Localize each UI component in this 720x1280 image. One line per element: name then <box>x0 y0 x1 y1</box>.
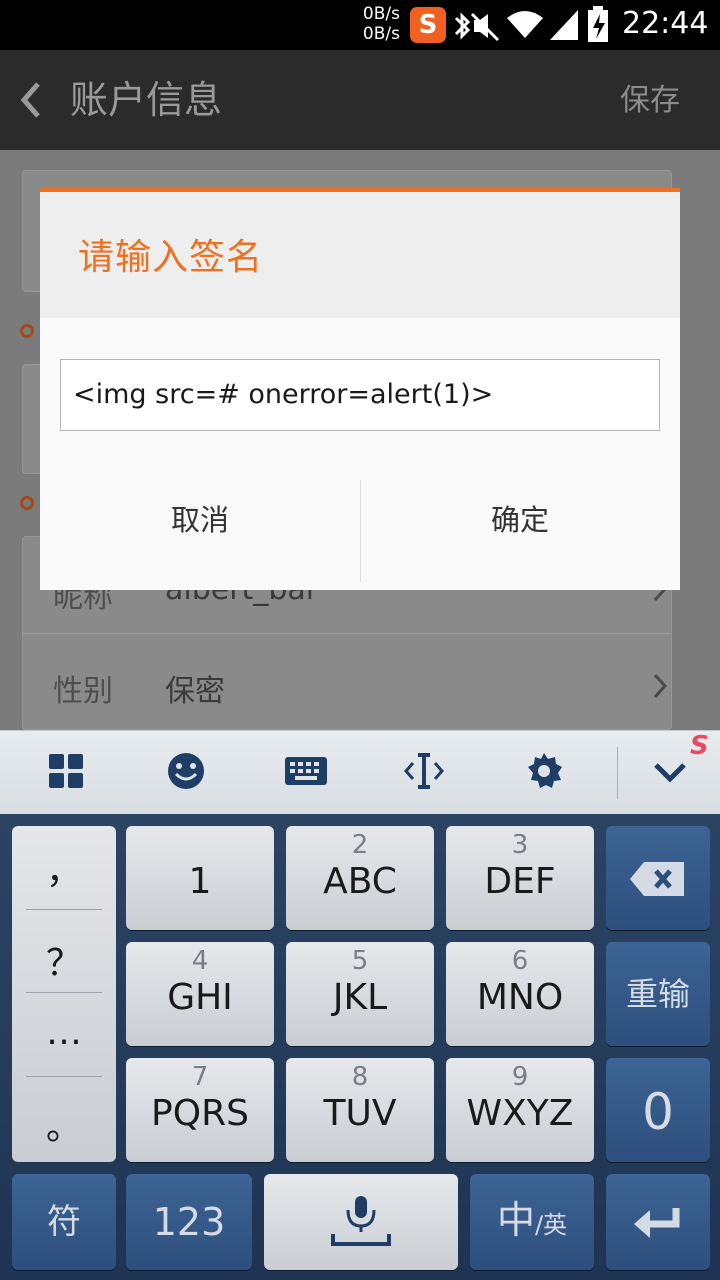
microphone-icon <box>331 1196 391 1246</box>
punct-ellipsis[interactable]: … <box>12 1012 116 1053</box>
confirm-button[interactable]: 确定 <box>360 478 680 590</box>
key-2-abc[interactable]: 2 ABC <box>286 826 434 930</box>
key-0[interactable]: 0 <box>606 1058 710 1162</box>
net-upload: 0B/s <box>362 4 400 24</box>
section-dot <box>20 496 34 510</box>
gender-value: 保密 <box>165 674 225 709</box>
key-5-jkl[interactable]: 5 JKL <box>286 942 434 1046</box>
bluetooth-mute-icon <box>454 12 500 42</box>
chevron-right-icon[interactable] <box>650 671 670 701</box>
sogou-ime-icon: S <box>410 7 446 43</box>
grid-menu-icon[interactable] <box>46 751 86 791</box>
settings-icon[interactable] <box>524 751 564 791</box>
cancel-button[interactable]: 取消 <box>40 478 360 590</box>
signature-input[interactable]: <img src=# onerror=alert(1)> <box>60 359 660 431</box>
punctuation-column: ， ？ … 。 <box>12 826 116 1162</box>
key-7-pqrs[interactable]: 7 PQRS <box>126 1058 274 1162</box>
save-button[interactable]: 保存 <box>620 82 680 120</box>
punct-comma[interactable]: ， <box>12 842 116 894</box>
section-dot <box>20 324 34 338</box>
keyboard-icon[interactable] <box>284 751 328 791</box>
dialog-header: 请输入签名 <box>40 192 680 318</box>
enter-key[interactable] <box>606 1174 710 1270</box>
key-9-wxyz[interactable]: 9 WXYZ <box>446 1058 594 1162</box>
gender-label: 性别 <box>53 674 113 709</box>
toolbar-divider <box>617 747 618 799</box>
dialog-title: 请输入签名 <box>78 237 264 278</box>
page-title: 账户信息 <box>70 78 223 122</box>
key-6-mno[interactable]: 6 MNO <box>446 942 594 1046</box>
collapse-keyboard-icon[interactable] <box>650 751 690 791</box>
cursor-icon[interactable] <box>404 751 444 791</box>
wifi-icon <box>507 11 543 38</box>
emoji-icon[interactable] <box>166 751 206 791</box>
key-8-tuv[interactable]: 8 TUV <box>286 1058 434 1162</box>
signature-dialog: 请输入签名 <img src=# onerror=alert(1)> 取消 确定 <box>40 188 680 590</box>
clock: 22:44 <box>622 6 709 41</box>
sogou-logo-icon: S <box>690 731 709 761</box>
lang-sub-label: /英 <box>534 1211 568 1239</box>
lang-main-label: 中 <box>496 1198 535 1242</box>
backspace-icon <box>630 862 684 896</box>
backspace-key[interactable] <box>606 826 710 930</box>
punct-period[interactable]: 。 <box>12 1098 116 1150</box>
key-4-ghi[interactable]: 4 GHI <box>126 942 274 1046</box>
signal-icon <box>550 10 578 40</box>
enter-icon <box>634 1208 680 1238</box>
keyboard-toolbar: S <box>0 730 720 814</box>
voice-key[interactable] <box>264 1174 458 1270</box>
network-speed: 0B/s 0B/s <box>352 4 400 44</box>
back-chevron-icon[interactable] <box>16 80 46 120</box>
key-1[interactable]: 1 <box>126 826 274 930</box>
numeric-key[interactable]: 123 <box>126 1174 252 1270</box>
symbol-key[interactable]: 符 <box>12 1174 116 1270</box>
battery-icon <box>588 6 608 42</box>
keyboard: ， ？ … 。 1 2 ABC 3 DEF 4 GHI 5 JKL 6 MNO … <box>0 814 720 1280</box>
status-bar: 0B/s 0B/s S 22:44 <box>0 0 720 50</box>
punct-question[interactable]: ？ <box>12 934 116 986</box>
app-header: 账户信息 保存 <box>0 50 720 150</box>
net-download: 0B/s <box>362 24 400 44</box>
reenter-key[interactable]: 重输 <box>606 942 710 1046</box>
language-switch-key[interactable]: 中/英 <box>470 1174 594 1270</box>
key-3-def[interactable]: 3 DEF <box>446 826 594 930</box>
